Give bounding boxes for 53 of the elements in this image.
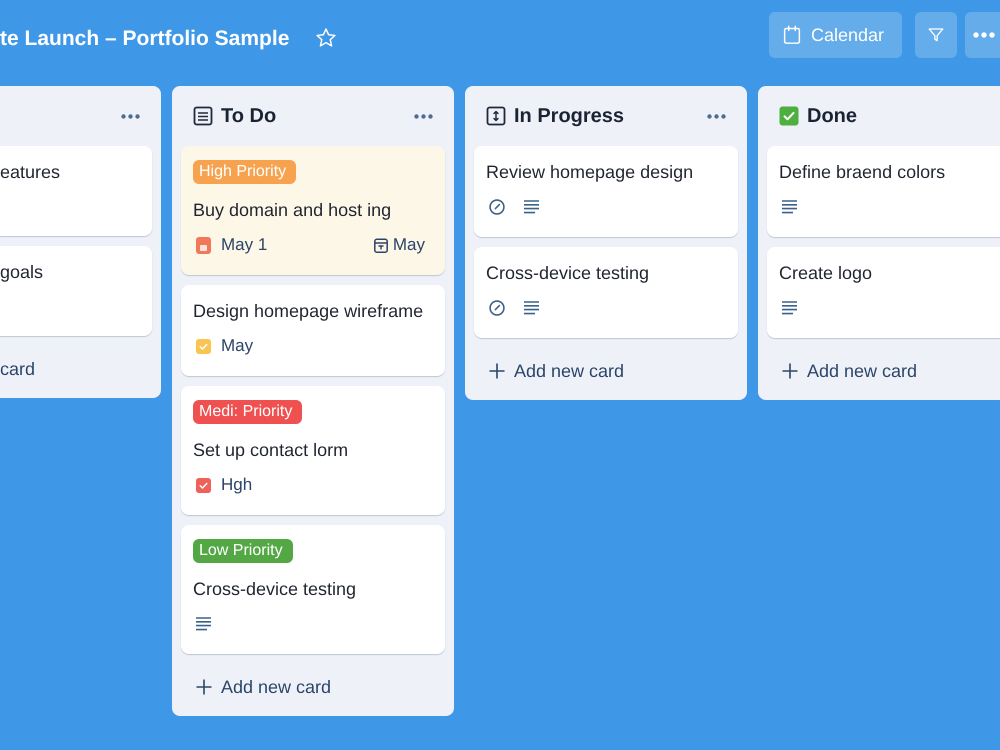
priority-label: High Priority bbox=[193, 160, 296, 184]
card-title: Review homepage design bbox=[486, 161, 694, 184]
add-card-button[interactable]: Add new card bbox=[489, 359, 624, 383]
task-card[interactable]: Medi: Priority Set up contact lorm Hgh bbox=[181, 386, 445, 515]
task-card[interactable]: Low Priority Cross-device testing bbox=[181, 525, 445, 654]
board-title: te Launch – Portfolio Sample bbox=[0, 26, 290, 52]
star-icon[interactable] bbox=[315, 27, 338, 49]
description-icon bbox=[524, 301, 539, 315]
description-icon bbox=[524, 200, 539, 214]
card-title: goals bbox=[0, 261, 44, 284]
add-card-button[interactable]: Add new card bbox=[782, 359, 918, 383]
task-card[interactable]: Design homepage wireframe May bbox=[181, 285, 445, 376]
due-date: May 1 bbox=[221, 234, 268, 256]
card-title: Cross-device testing bbox=[486, 262, 650, 285]
add-card-button[interactable]: card bbox=[0, 357, 36, 381]
description-icon bbox=[196, 617, 211, 631]
description-icon bbox=[782, 200, 797, 214]
card-title: Design homepage wireframe bbox=[193, 300, 424, 323]
task-card[interactable]: Define braend colors bbox=[767, 146, 1000, 237]
priority-label: Medi: Priority bbox=[193, 400, 302, 424]
card-title: eatures bbox=[0, 161, 62, 184]
column-title: In Progress bbox=[514, 104, 624, 129]
calendar-icon bbox=[374, 238, 388, 252]
calendar-icon bbox=[782, 25, 801, 45]
checked-box-icon bbox=[779, 106, 799, 126]
task-card[interactable]: Cross-device testing bbox=[474, 247, 738, 338]
more-icon[interactable] bbox=[414, 114, 433, 118]
filter-icon bbox=[927, 26, 945, 44]
task-card[interactable]: Review homepage design bbox=[474, 146, 738, 237]
gauge-icon bbox=[489, 199, 505, 215]
more-icon[interactable] bbox=[707, 114, 726, 118]
card-title: Define braend colors bbox=[779, 161, 946, 184]
add-card-button[interactable]: Add new card bbox=[196, 675, 332, 699]
task-card[interactable]: goals bbox=[0, 246, 152, 336]
card-title: Cross-device testing bbox=[193, 578, 358, 601]
card-title: Buy domain and host ing bbox=[193, 199, 392, 222]
task-card[interactable]: High Priority Buy domain and host ing May 1 May bbox=[181, 146, 445, 275]
checklist-text: May bbox=[221, 335, 254, 357]
more-icon bbox=[973, 32, 995, 38]
description-icon bbox=[782, 301, 797, 315]
column-title: To Do bbox=[221, 104, 276, 129]
task-card[interactable]: Create logo bbox=[767, 247, 1000, 338]
checklist-text: Hgh bbox=[221, 474, 252, 496]
priority-label: Low Priority bbox=[193, 539, 293, 563]
task-card[interactable]: eatures bbox=[0, 146, 152, 236]
date-text: May bbox=[392, 234, 425, 256]
more-button[interactable] bbox=[965, 12, 1000, 58]
card-title: Set up contact lorm bbox=[193, 439, 350, 462]
column-title: Done bbox=[807, 104, 857, 129]
card-title: Create logo bbox=[779, 262, 874, 285]
list-icon bbox=[193, 106, 213, 126]
gauge-icon bbox=[489, 300, 505, 316]
more-icon[interactable] bbox=[121, 114, 140, 118]
